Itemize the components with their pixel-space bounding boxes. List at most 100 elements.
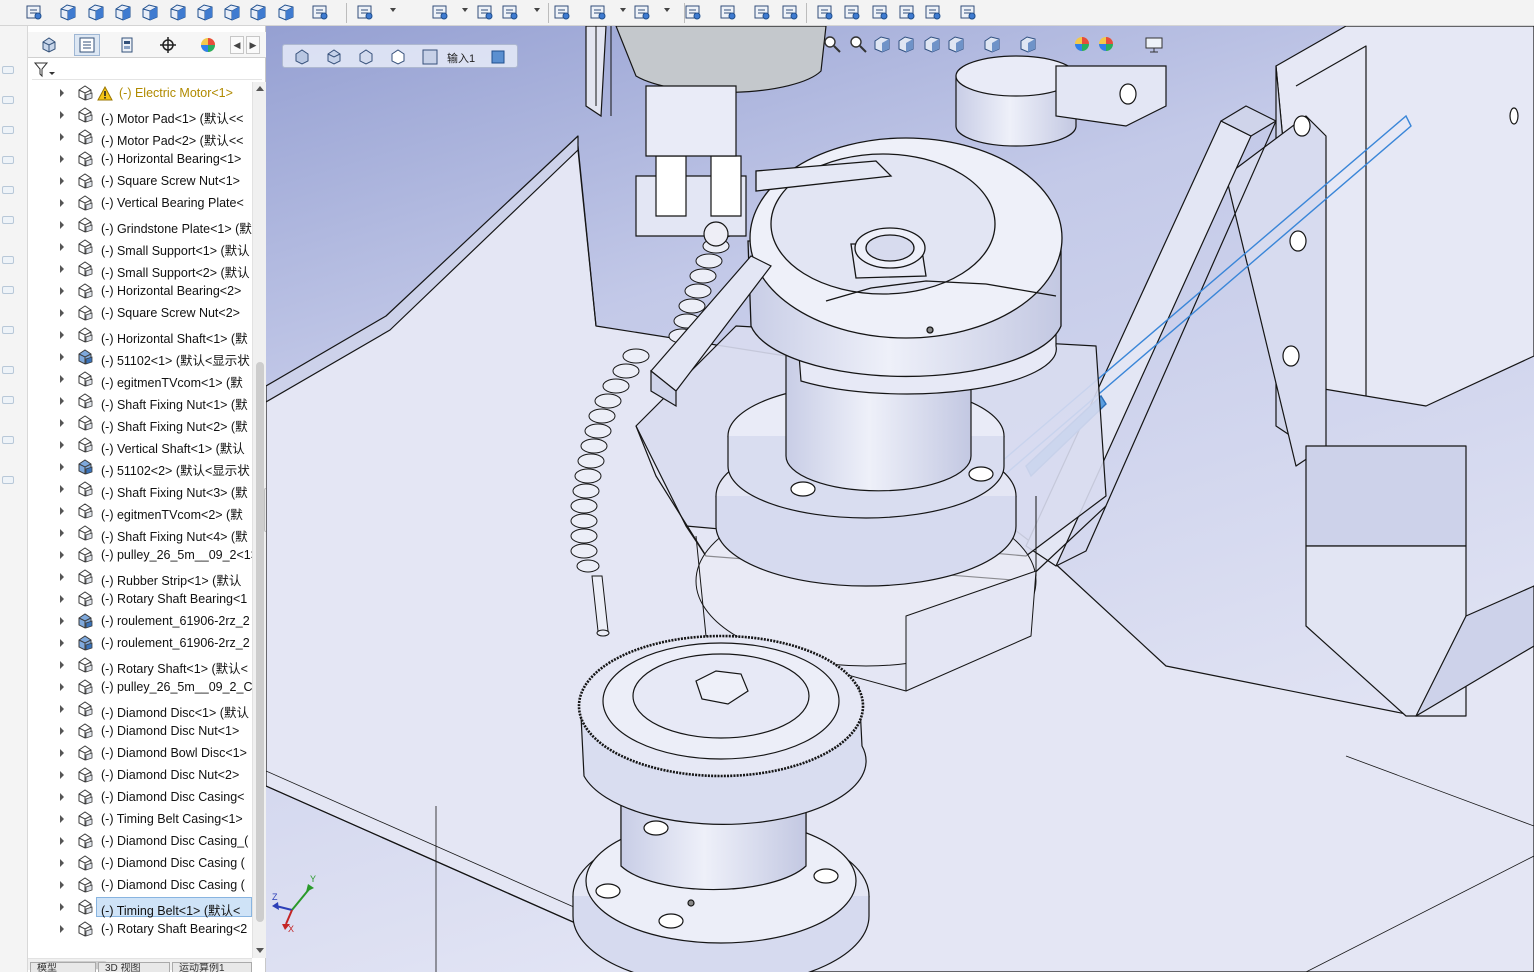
- tree-item[interactable]: (-) Diamond Disc Casing (: [28, 852, 252, 874]
- tree-item[interactable]: (-) Shaft Fixing Nut<1> (默: [28, 390, 252, 412]
- tabs-scroll-right-button[interactable]: ▶: [246, 36, 260, 54]
- expand-arrow-icon[interactable]: [60, 111, 64, 119]
- apply-scene-icon[interactable]: [1096, 34, 1116, 54]
- tree-item[interactable]: (-) Diamond Disc Nut<2>: [28, 764, 252, 786]
- expand-arrow-icon[interactable]: [60, 859, 64, 867]
- feature-tree-tab[interactable]: [36, 34, 62, 56]
- tree-item[interactable]: (-) Grindstone Plate<1> (默: [28, 214, 252, 236]
- tree-item[interactable]: (-) Timing Belt Casing<1>: [28, 808, 252, 830]
- tree-item-label-box[interactable]: (-) roulement_61906-2rz_2: [96, 611, 252, 631]
- expand-arrow-icon[interactable]: [60, 815, 64, 823]
- tree-item-label-box[interactable]: (-) Shaft Fixing Nut<3> (默: [96, 479, 252, 500]
- chevron-down-icon[interactable]: [390, 8, 396, 12]
- tree-item-label-box[interactable]: (-) Grindstone Plate<1> (默: [96, 215, 252, 236]
- tree-item-label-box[interactable]: (-) Small Support<1> (默认: [96, 237, 252, 258]
- expand-arrow-icon[interactable]: [60, 925, 64, 933]
- task-pane-tab-icon[interactable]: [2, 476, 14, 484]
- view-bottom-icon[interactable]: [195, 2, 215, 22]
- speedpak-icon[interactable]: [923, 2, 943, 22]
- view-trimetric-icon[interactable]: [276, 2, 296, 22]
- tree-item-label-box[interactable]: (-) Diamond Disc Casing<: [96, 787, 252, 807]
- tree-item-label-box[interactable]: (-) Diamond Disc Casing (: [96, 853, 252, 873]
- tab-3d-views[interactable]: 3D 视图: [98, 962, 170, 972]
- tree-item[interactable]: (-) Shaft Fixing Nut<4> (默: [28, 522, 252, 544]
- tree-item[interactable]: (-) 51102<2> (默认<显示状: [28, 456, 252, 478]
- view-left-icon[interactable]: [113, 2, 133, 22]
- expand-arrow-icon[interactable]: [60, 397, 64, 405]
- expand-arrow-icon[interactable]: [60, 507, 64, 515]
- expand-arrow-icon[interactable]: [60, 353, 64, 361]
- tree-item-label-box[interactable]: (-) Diamond Disc<1> (默认: [96, 699, 252, 720]
- tree-item-label-box[interactable]: (-) Diamond Disc Nut<1>: [96, 721, 252, 741]
- tree-item[interactable]: (-) roulement_61906-2rz_2: [28, 610, 252, 632]
- tree-item[interactable]: (-) Motor Pad<1> (默认<<: [28, 104, 252, 126]
- tree-item-label-box[interactable]: (-) Diamond Disc Casing (: [96, 875, 252, 895]
- tab-model[interactable]: 模型: [30, 962, 96, 972]
- large-assembly-icon[interactable]: [897, 2, 917, 22]
- tree-item-label-box[interactable]: (-) Motor Pad<1> (默认<<: [96, 105, 252, 126]
- tree-item[interactable]: (-) Diamond Disc Casing (: [28, 874, 252, 896]
- display-style-icon[interactable]: [982, 34, 1002, 54]
- tree-item-label-box[interactable]: (-) Timing Belt<1> (默认<: [96, 897, 252, 918]
- tree-item[interactable]: (-) pulley_26_5m__09_2_Co: [28, 676, 252, 698]
- tree-item[interactable]: (-) Diamond Disc Nut<1>: [28, 720, 252, 742]
- tree-item-label-box[interactable]: (-) Rotary Shaft Bearing<2: [96, 919, 252, 939]
- expand-arrow-icon[interactable]: [60, 463, 64, 471]
- task-pane-tab-icon[interactable]: [2, 186, 14, 194]
- tree-item[interactable]: (-) Small Support<2> (默认: [28, 258, 252, 280]
- task-pane-tab-icon[interactable]: [2, 396, 14, 404]
- expand-arrow-icon[interactable]: [60, 661, 64, 669]
- view-settings-icon[interactable]: [1144, 34, 1164, 54]
- assembly-features-icon[interactable]: [430, 2, 450, 22]
- expand-arrow-icon[interactable]: [60, 419, 64, 427]
- tree-item-label-box[interactable]: (-) Motor Pad<2> (默认<<: [96, 127, 252, 148]
- smart-mates-icon[interactable]: [355, 2, 375, 22]
- task-pane-tab-icon[interactable]: [2, 156, 14, 164]
- edit-appearance-icon[interactable]: [1072, 34, 1092, 54]
- task-pane-tab-icon[interactable]: [2, 66, 14, 74]
- graphics-area[interactable]: 输入1 Y Z X: [266, 26, 1534, 972]
- task-pane-tab-icon[interactable]: [2, 286, 14, 294]
- tree-item[interactable]: (-) egitmenTVcom<1> (默: [28, 368, 252, 390]
- hide-show-icon[interactable]: [780, 2, 800, 22]
- tree-item-label-box[interactable]: (-) egitmenTVcom<2> (默: [96, 501, 252, 522]
- tab-motion-study[interactable]: 运动算例1: [172, 962, 252, 972]
- expand-arrow-icon[interactable]: [60, 793, 64, 801]
- tree-item-label-box[interactable]: (-) Horizontal Bearing<2>: [96, 281, 252, 301]
- expand-arrow-icon[interactable]: [60, 485, 64, 493]
- tree-item-label-box[interactable]: (-) roulement_61906-2rz_2: [96, 633, 252, 653]
- tree-item[interactable]: (-) Rotary Shaft Bearing<2: [28, 918, 252, 940]
- tree-item-label-box[interactable]: (-) Horizontal Bearing<1>: [96, 149, 252, 169]
- tree-item-label-box[interactable]: (-) Shaft Fixing Nut<1> (默: [96, 391, 252, 412]
- dynamic-annotation-icon[interactable]: [357, 48, 375, 66]
- tree-item[interactable]: (-) 51102<1> (默认<显示状: [28, 346, 252, 368]
- expand-arrow-icon[interactable]: [60, 837, 64, 845]
- expand-arrow-icon[interactable]: [60, 133, 64, 141]
- tree-item[interactable]: (-) Rotary Shaft<1> (默认<: [28, 654, 252, 676]
- tree-item-label-box[interactable]: (-) Rotary Shaft Bearing<1: [96, 589, 252, 609]
- view-right-icon[interactable]: [140, 2, 160, 22]
- hide-show-items-icon[interactable]: [1018, 34, 1038, 54]
- expand-arrow-icon[interactable]: [60, 177, 64, 185]
- chevron-down-icon[interactable]: [534, 8, 540, 12]
- mate-icon[interactable]: [752, 2, 772, 22]
- tree-item[interactable]: (-) Square Screw Nut<2>: [28, 302, 252, 324]
- tree-item-label-box[interactable]: (-) Horizontal Shaft<1> (默: [96, 325, 252, 346]
- task-pane-tab-icon[interactable]: [2, 366, 14, 374]
- tree-item[interactable]: (-) roulement_61906-2rz_2: [28, 632, 252, 654]
- expand-arrow-icon[interactable]: [60, 881, 64, 889]
- tree-item[interactable]: (-) Rotary Shaft Bearing<1: [28, 588, 252, 610]
- tree-item[interactable]: (-) Timing Belt<1> (默认<: [28, 896, 252, 918]
- tree-item[interactable]: (-) Shaft Fixing Nut<2> (默: [28, 412, 252, 434]
- scroll-up-arrow-icon[interactable]: [256, 86, 264, 91]
- tree-item-label-box[interactable]: (-) 51102<2> (默认<显示状: [96, 457, 252, 478]
- tree-item-label-box[interactable]: (-) Diamond Bowl Disc<1>: [96, 743, 252, 763]
- tree-vertical-scroll-thumb[interactable]: [256, 362, 264, 922]
- task-pane-tab-icon[interactable]: [2, 256, 14, 264]
- tree-item-label-box[interactable]: (-) Timing Belt Casing<1>: [96, 809, 252, 829]
- view-iso-icon[interactable]: [222, 2, 242, 22]
- magic-brush-icon[interactable]: [310, 2, 330, 22]
- tree-item[interactable]: (-) Electric Motor<1>: [28, 82, 252, 104]
- expand-arrow-icon[interactable]: [60, 441, 64, 449]
- tree-item[interactable]: (-) Shaft Fixing Nut<3> (默: [28, 478, 252, 500]
